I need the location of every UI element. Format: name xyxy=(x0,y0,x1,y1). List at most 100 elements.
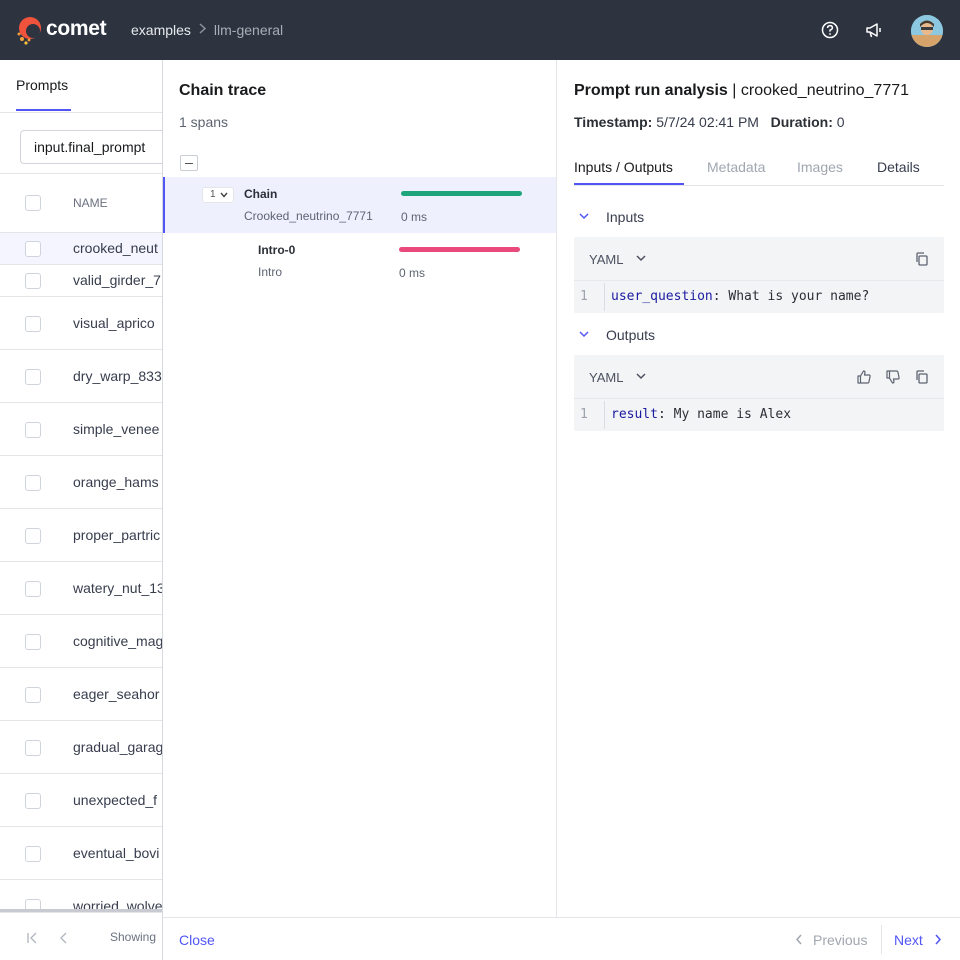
table-row[interactable]: eventual_bovi xyxy=(0,827,164,880)
table-row[interactable]: unexpected_f xyxy=(0,774,164,827)
tab-metadata[interactable]: Metadata xyxy=(707,159,765,175)
prompt-run-analysis-panel: Prompt run analysis | crooked_neutrino_7… xyxy=(558,60,960,917)
analysis-tabs: Inputs / Outputs Metadata Images Details xyxy=(574,159,944,186)
row-checkbox[interactable] xyxy=(25,475,41,491)
table-row[interactable]: eager_seahor xyxy=(0,668,164,721)
copy-icon[interactable] xyxy=(914,251,930,267)
row-checkbox[interactable] xyxy=(25,740,41,756)
top-navigation-bar: comet examples llm-general xyxy=(0,0,960,60)
row-name[interactable]: orange_hams xyxy=(73,474,159,490)
chain-trace-panel: Chain trace 1 spans 1 Chain Crooked_neut… xyxy=(163,60,557,917)
row-checkbox[interactable] xyxy=(25,369,41,385)
table-row[interactable]: orange_hams xyxy=(0,456,164,509)
pagination-status: Showing xyxy=(110,930,157,944)
table-row[interactable]: visual_aprico xyxy=(0,297,164,350)
table-pagination: Showing xyxy=(0,912,164,960)
row-name[interactable]: dry_warp_833 xyxy=(73,368,162,384)
chevron-left-icon[interactable] xyxy=(795,934,803,945)
previous-page-icon[interactable] xyxy=(58,932,70,944)
span-children-count: 1 xyxy=(210,189,216,200)
tab-details[interactable]: Details xyxy=(877,159,920,175)
format-selector[interactable]: YAML xyxy=(589,252,623,267)
first-page-icon[interactable] xyxy=(26,932,38,944)
row-checkbox[interactable] xyxy=(25,634,41,650)
comet-logo[interactable]: comet xyxy=(16,13,107,47)
chevron-down-icon xyxy=(579,331,589,338)
table-row[interactable]: cognitive_mag xyxy=(0,615,164,668)
copy-icon[interactable] xyxy=(914,369,930,385)
table-row[interactable]: watery_nut_13 xyxy=(0,562,164,615)
comet-logo-icon xyxy=(17,17,41,45)
thumbs-down-icon[interactable] xyxy=(885,369,901,385)
span-children-toggle[interactable]: 1 xyxy=(202,187,234,203)
modal-footer: Close Previous Next xyxy=(163,917,960,960)
row-checkbox[interactable] xyxy=(25,581,41,597)
breadcrumb-workspace[interactable]: examples xyxy=(131,22,191,38)
table-row[interactable]: crooked_neut xyxy=(0,233,164,265)
run-metadata: Timestamp: 5/7/24 02:41 PM Duration: 0 xyxy=(574,114,845,130)
row-name[interactable]: watery_nut_13 xyxy=(73,580,164,596)
code-content[interactable]: result: My name is Alex xyxy=(611,407,791,422)
row-name[interactable]: visual_aprico xyxy=(73,315,155,331)
close-button[interactable]: Close xyxy=(179,932,215,948)
table-row[interactable]: gradual_garag xyxy=(0,721,164,774)
line-number: 1 xyxy=(580,407,588,422)
chevron-down-icon[interactable] xyxy=(636,373,646,380)
column-header-name[interactable]: NAME xyxy=(73,196,108,210)
tab-images[interactable]: Images xyxy=(797,159,843,175)
logo-wordmark: comet xyxy=(46,17,107,40)
row-name[interactable]: cognitive_mag xyxy=(73,633,163,649)
table-row[interactable]: valid_girder_7 xyxy=(0,265,164,297)
previous-button[interactable]: Previous xyxy=(813,932,867,948)
column-filter-input[interactable]: input.final_prompt xyxy=(20,130,164,164)
row-name[interactable]: eager_seahor xyxy=(73,686,159,702)
row-name[interactable]: eventual_bovi xyxy=(73,845,159,861)
span-row-chain[interactable]: 1 Chain Crooked_neutrino_7771 0 ms xyxy=(163,177,556,233)
user-avatar[interactable] xyxy=(911,15,943,47)
tab-prompts[interactable]: Prompts xyxy=(16,77,68,93)
row-name[interactable]: proper_partric xyxy=(73,527,160,543)
row-name[interactable]: valid_girder_7 xyxy=(73,272,161,288)
table-row[interactable]: dry_warp_833 xyxy=(0,350,164,403)
row-checkbox[interactable] xyxy=(25,422,41,438)
gutter-divider xyxy=(604,401,605,429)
select-all-checkbox[interactable] xyxy=(25,195,41,211)
table-row[interactable]: simple_venee xyxy=(0,403,164,456)
announcements-icon[interactable] xyxy=(864,20,884,40)
thumbs-up-icon[interactable] xyxy=(856,369,872,385)
span-name: Chain xyxy=(244,187,278,201)
row-checkbox[interactable] xyxy=(25,793,41,809)
help-icon[interactable] xyxy=(820,20,840,40)
row-name[interactable]: gradual_garag xyxy=(73,739,163,755)
row-checkbox[interactable] xyxy=(25,273,41,289)
span-name: Intro-0 xyxy=(258,243,296,257)
prompts-table-background: Prompts input.final_prompt NAME crooked_… xyxy=(0,60,164,960)
code-content[interactable]: user_question: What is your name? xyxy=(611,289,869,304)
breadcrumb-project[interactable]: llm-general xyxy=(214,22,283,38)
row-checkbox[interactable] xyxy=(25,316,41,332)
row-checkbox[interactable] xyxy=(25,528,41,544)
row-checkbox[interactable] xyxy=(25,846,41,862)
chevron-right-icon[interactable] xyxy=(934,934,942,945)
yaml-value: : What is your name? xyxy=(712,289,870,304)
collapse-all-button[interactable] xyxy=(180,155,198,171)
footer-divider xyxy=(881,925,882,954)
yaml-value: : My name is Alex xyxy=(657,407,792,422)
span-duration-bar xyxy=(401,191,522,196)
row-name[interactable]: simple_venee xyxy=(73,421,159,437)
next-button[interactable]: Next xyxy=(894,932,923,948)
tab-active-indicator xyxy=(16,109,71,111)
span-row-intro[interactable]: Intro-0 Intro 0 ms xyxy=(163,233,556,289)
row-name[interactable]: crooked_neut xyxy=(73,240,158,256)
tab-inputs-outputs[interactable]: Inputs / Outputs xyxy=(574,159,673,175)
span-type: Intro xyxy=(258,265,283,279)
row-name[interactable]: unexpected_f xyxy=(73,792,157,808)
gutter-divider xyxy=(604,283,605,311)
yaml-key: result xyxy=(611,407,658,422)
table-row[interactable]: proper_partric xyxy=(0,509,164,562)
format-selector[interactable]: YAML xyxy=(589,370,623,385)
row-checkbox[interactable] xyxy=(25,687,41,703)
row-checkbox[interactable] xyxy=(25,241,41,257)
code-line: 1 user_question: What is your name? xyxy=(574,281,944,313)
chevron-down-icon[interactable] xyxy=(636,255,646,262)
